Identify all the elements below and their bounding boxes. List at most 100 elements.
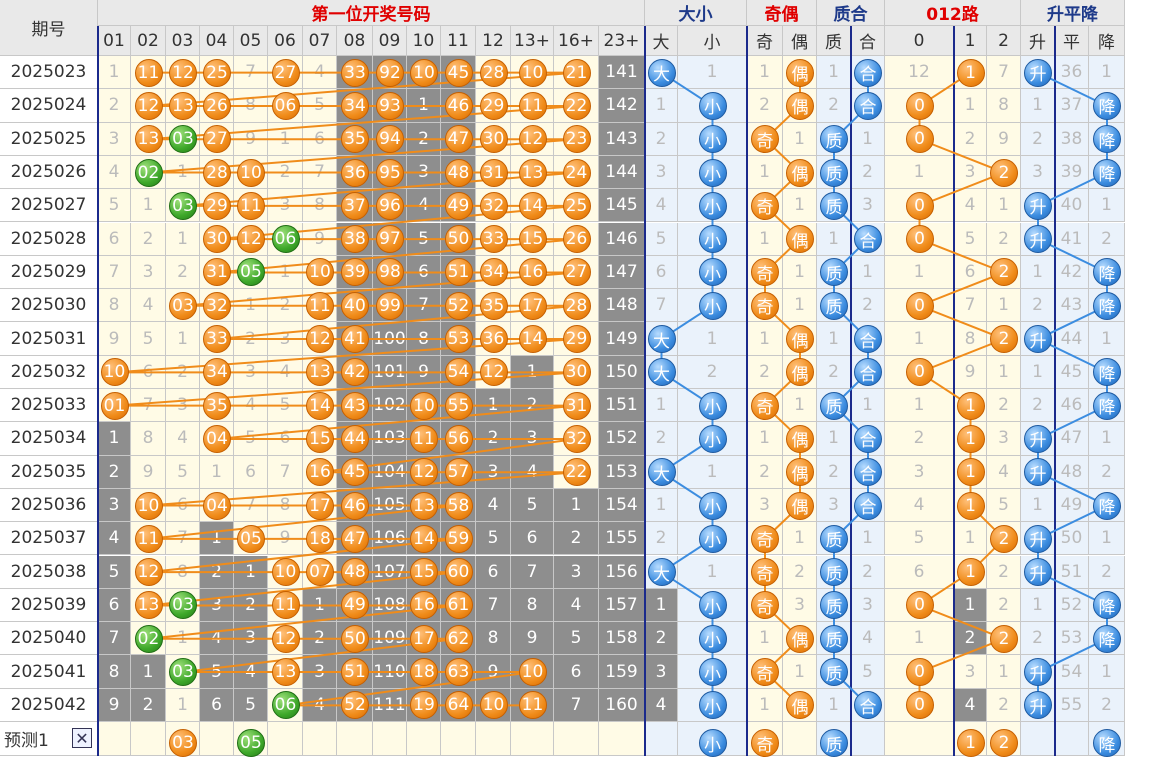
draw-ball: 03 — [169, 658, 197, 687]
draw-ball: 合 — [854, 325, 882, 354]
draw-ball: 偶 — [786, 325, 814, 354]
draw-ball: 2 — [990, 624, 1018, 653]
draw-ball: 03 — [169, 191, 197, 220]
draw-ball: 降 — [1093, 491, 1121, 520]
draw-ball: 49 — [341, 591, 369, 620]
draw-ball: 1 — [956, 58, 985, 87]
draw-ball: 15 — [306, 424, 334, 453]
draw-ball: 12 — [306, 325, 334, 354]
draw-ball: 50 — [341, 624, 369, 653]
draw-ball: 15 — [410, 558, 438, 587]
draw-ball: 13 — [134, 591, 163, 620]
draw-ball: 18 — [410, 658, 438, 687]
predict-ball[interactable]: 降 — [1093, 729, 1121, 757]
draw-ball: 06 — [271, 691, 300, 720]
predict-ball[interactable]: 奇 — [751, 729, 779, 757]
draw-ball: 62 — [444, 624, 473, 653]
draw-ball: 10 — [410, 58, 438, 87]
draw-ball: 28 — [479, 58, 508, 87]
draw-ball: 10 — [410, 391, 438, 420]
draw-ball: 06 — [271, 225, 300, 254]
draw-ball: 47 — [341, 524, 369, 553]
draw-ball: 13 — [169, 91, 197, 120]
predict-ball[interactable]: 2 — [990, 729, 1018, 757]
draw-ball: 63 — [444, 658, 473, 687]
draw-ball: 15 — [518, 225, 547, 254]
draw-ball: 小 — [698, 658, 727, 687]
draw-ball: 小 — [698, 624, 727, 653]
draw-ball: 19 — [410, 691, 438, 720]
draw-ball: 92 — [376, 58, 404, 87]
draw-ball: 48 — [444, 158, 473, 187]
draw-ball: 12 — [479, 358, 508, 387]
draw-ball: 大 — [647, 458, 676, 487]
draw-ball: 25 — [203, 58, 231, 87]
draw-ball: 质 — [820, 558, 848, 587]
draw-ball: 小 — [698, 524, 727, 553]
draw-ball: 43 — [341, 391, 369, 420]
predict-ball[interactable]: 质 — [820, 729, 848, 757]
draw-ball: 42 — [341, 358, 369, 387]
draw-ball: 1 — [956, 558, 985, 587]
draw-ball: 53 — [444, 325, 473, 354]
draw-ball: 质 — [820, 291, 848, 320]
draw-ball: 26 — [562, 225, 591, 254]
draw-ball: 22 — [562, 458, 591, 487]
draw-ball: 29 — [562, 325, 591, 354]
draw-ball: 56 — [444, 424, 473, 453]
draw-ball: 偶 — [786, 91, 814, 120]
draw-ball: 2 — [990, 158, 1018, 187]
draw-ball: 10 — [306, 258, 334, 287]
draw-ball: 偶 — [786, 225, 814, 254]
draw-ball: 质 — [820, 391, 848, 420]
draw-ball: 降 — [1093, 624, 1121, 653]
draw-ball: 04 — [203, 491, 231, 520]
draw-ball: 11 — [306, 291, 334, 320]
draw-ball: 12 — [169, 58, 197, 87]
draw-ball: 48 — [341, 558, 369, 587]
draw-ball: 52 — [444, 291, 473, 320]
predict-ball[interactable]: 03 — [169, 729, 197, 757]
draw-ball: 13 — [134, 125, 163, 154]
draw-ball: 小 — [698, 158, 727, 187]
draw-ball: 质 — [820, 524, 848, 553]
predict-ball[interactable]: 05 — [237, 729, 265, 757]
draw-ball: 质 — [820, 624, 848, 653]
draw-ball: 30 — [479, 125, 508, 154]
draw-ball: 升 — [1024, 225, 1052, 254]
predict-ball[interactable]: 小 — [698, 729, 727, 757]
draw-ball: 10 — [518, 58, 547, 87]
draw-ball: 10 — [134, 491, 163, 520]
draw-ball: 32 — [562, 424, 591, 453]
draw-ball: 小 — [698, 91, 727, 120]
draw-ball: 51 — [444, 258, 473, 287]
draw-ball: 99 — [376, 291, 404, 320]
draw-ball: 小 — [698, 424, 727, 453]
draw-ball: 03 — [169, 291, 197, 320]
predict-ball[interactable]: 1 — [956, 729, 985, 757]
draw-ball: 小 — [698, 291, 727, 320]
draw-ball: 40 — [341, 291, 369, 320]
draw-ball: 03 — [169, 125, 197, 154]
draw-ball: 45 — [341, 458, 369, 487]
draw-ball: 97 — [376, 225, 404, 254]
draw-ball: 29 — [203, 191, 231, 220]
draw-ball: 46 — [341, 491, 369, 520]
draw-ball: 合 — [854, 225, 882, 254]
draw-ball: 98 — [376, 258, 404, 287]
draw-ball: 16 — [518, 258, 547, 287]
draw-ball: 52 — [341, 691, 369, 720]
draw-ball: 26 — [203, 91, 231, 120]
draw-ball: 59 — [444, 524, 473, 553]
draw-ball: 06 — [271, 91, 300, 120]
draw-ball: 降 — [1093, 391, 1121, 420]
draw-ball: 39 — [341, 258, 369, 287]
draw-ball: 升 — [1024, 658, 1052, 687]
draw-ball: 33 — [203, 325, 231, 354]
draw-ball: 34 — [341, 91, 369, 120]
draw-ball: 质 — [820, 158, 848, 187]
draw-ball: 17 — [410, 624, 438, 653]
draw-ball: 10 — [518, 658, 547, 687]
draw-ball: 10 — [479, 691, 508, 720]
draw-ball: 12 — [271, 624, 300, 653]
